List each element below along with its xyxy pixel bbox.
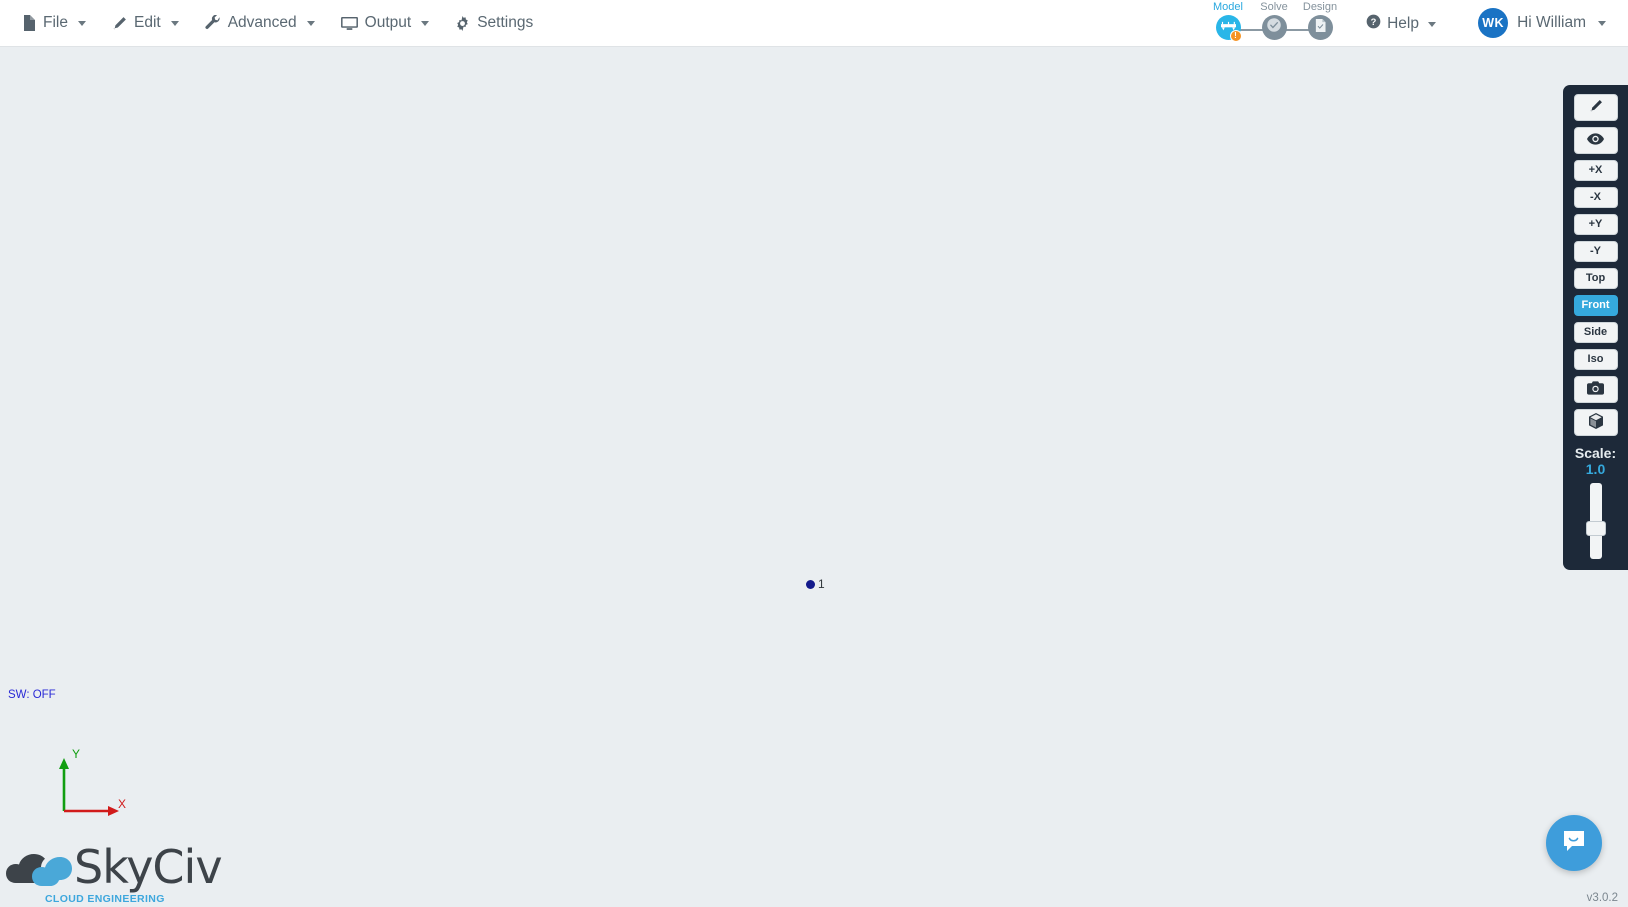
workflow-label-design: Design — [1302, 1, 1338, 13]
menu-item-edit[interactable]: Edit — [102, 8, 195, 38]
workflow-steps: Model ! Solve Design — [1205, 1, 1343, 42]
version-label: v3.0.2 — [1586, 892, 1618, 904]
view-plus-y-button[interactable]: +Y — [1573, 214, 1618, 235]
chat-bubble-icon — [1560, 827, 1588, 860]
document-check-icon — [1314, 18, 1327, 38]
scale-slider-thumb[interactable] — [1585, 521, 1606, 536]
scale-label: Scale: — [1574, 445, 1617, 461]
workflow-label-solve: Solve — [1260, 1, 1288, 13]
check-icon — [1266, 17, 1282, 38]
menu-item-settings[interactable]: Settings — [445, 8, 549, 38]
chat-support-button[interactable] — [1546, 815, 1602, 871]
menu-label-settings: Settings — [477, 14, 534, 31]
axis-label-y: Y — [72, 747, 81, 761]
menu-label-edit: Edit — [133, 14, 161, 31]
menu-label-file: File — [43, 14, 68, 31]
file-icon — [22, 15, 36, 31]
scale-slider[interactable] — [1585, 483, 1606, 559]
menu-label-output: Output — [364, 14, 412, 31]
view-minus-y-button[interactable]: -Y — [1573, 241, 1618, 262]
axis-label-x: X — [118, 797, 127, 811]
view-plus-x-button[interactable]: +X — [1573, 160, 1618, 181]
workflow-circle-solve[interactable] — [1261, 15, 1287, 40]
draw-tool-button[interactable] — [1573, 94, 1618, 121]
help-button[interactable]: ? Help — [1360, 11, 1442, 37]
chevron-down-icon — [77, 20, 86, 26]
chevron-down-icon — [1598, 20, 1606, 26]
menu-item-advanced[interactable]: Advanced — [195, 8, 331, 38]
help-label: Help — [1387, 15, 1419, 32]
question-circle-icon: ? — [1366, 14, 1381, 34]
logo-wordmark: SkyCiv — [74, 840, 223, 894]
scale-value: 1.0 — [1585, 461, 1606, 477]
monitor-icon — [340, 16, 358, 31]
self-weight-status: SW: OFF — [8, 689, 56, 701]
view-iso-button[interactable]: Iso — [1573, 349, 1618, 370]
render-3d-button[interactable] — [1573, 409, 1618, 436]
user-greeting: Hi William — [1517, 14, 1586, 31]
view-top-button[interactable]: Top — [1573, 268, 1618, 289]
workflow-step-solve[interactable]: Solve — [1251, 1, 1320, 40]
gear-icon — [455, 15, 470, 31]
visibility-toggle-button[interactable] — [1573, 127, 1618, 154]
axis-indicator: Y X — [58, 747, 148, 823]
view-side-button[interactable]: Side — [1573, 322, 1618, 343]
cube-icon — [1588, 413, 1604, 432]
workflow-step-design[interactable]: Design — [1297, 1, 1343, 40]
menu-label-advanced: Advanced — [227, 14, 297, 31]
node-label: 1 — [818, 577, 825, 591]
logo-tagline: CLOUD ENGINEERING SOFTWARE — [45, 893, 165, 907]
eye-icon — [1587, 133, 1604, 148]
chevron-down-icon — [1428, 21, 1436, 27]
pencil-icon — [112, 16, 127, 31]
skyciv-logo: SkyCiv CLOUD ENGINEERING SOFTWARE — [6, 842, 223, 907]
model-node-1[interactable]: 1 — [806, 577, 825, 591]
pencil-icon — [1589, 99, 1603, 116]
view-front-button[interactable]: Front — [1573, 295, 1618, 316]
main-menu: File Edit Advanced Output Settings — [0, 8, 549, 38]
workflow-circle-design[interactable] — [1307, 15, 1333, 40]
workflow-step-model[interactable]: Model ! — [1205, 1, 1274, 42]
view-minus-x-button[interactable]: -X — [1573, 187, 1618, 208]
view-toolbar: +X -X +Y -Y Top Front Side Iso Scale: 1.… — [1563, 85, 1628, 570]
cloud-logo-icon — [6, 843, 72, 892]
avatar: WK — [1478, 8, 1509, 38]
user-menu[interactable]: WK Hi William — [1478, 8, 1606, 38]
model-canvas[interactable]: 1 SW: OFF Y X SkyCiv CLOUD ENGINEERING S… — [0, 47, 1628, 907]
wrench-icon — [205, 15, 221, 31]
menu-item-output[interactable]: Output — [331, 8, 446, 38]
svg-text:?: ? — [1371, 17, 1377, 27]
menu-item-file[interactable]: File — [12, 8, 102, 38]
chevron-down-icon — [421, 20, 430, 26]
screenshot-button[interactable] — [1573, 376, 1618, 403]
workflow-circle-model[interactable]: ! — [1215, 15, 1242, 42]
node-dot — [806, 580, 815, 589]
workflow-label-model: Model — [1213, 1, 1243, 13]
camera-icon — [1587, 381, 1604, 398]
chevron-down-icon — [306, 20, 315, 26]
top-menu-bar: File Edit Advanced Output Settings Model… — [0, 0, 1628, 47]
chevron-down-icon — [170, 20, 179, 26]
status-badge: ! — [1229, 30, 1242, 42]
